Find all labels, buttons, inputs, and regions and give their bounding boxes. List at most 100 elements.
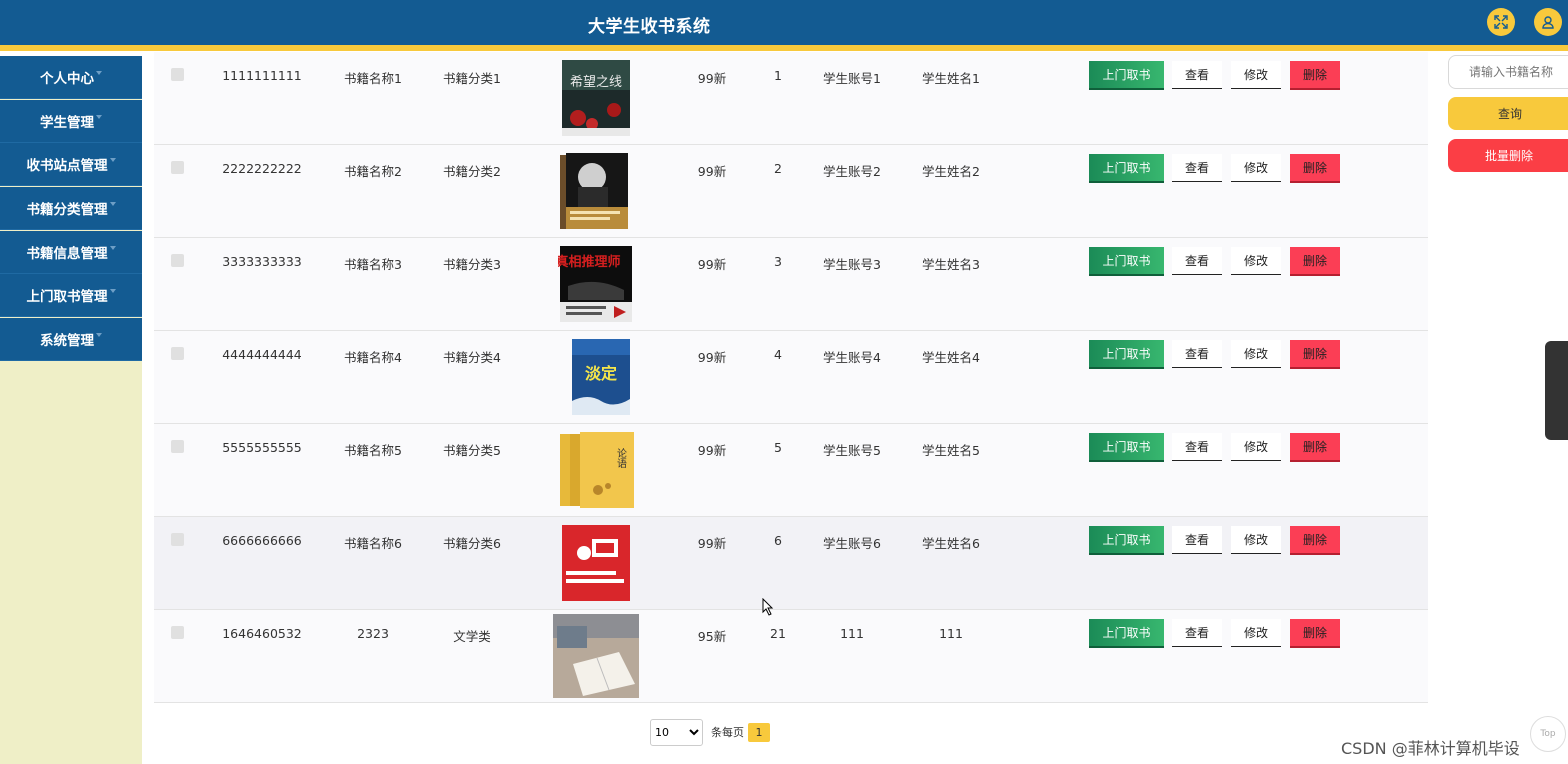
row-checkbox[interactable] bbox=[171, 161, 184, 174]
back-to-top-button[interactable]: Top bbox=[1530, 716, 1566, 752]
book-condition: 99新 bbox=[697, 536, 727, 551]
book-category: 书籍分类3 bbox=[443, 257, 501, 272]
view-button[interactable]: 查看 bbox=[1172, 61, 1222, 89]
chevron-down-icon bbox=[109, 202, 116, 207]
sidebar-item-categories[interactable]: 书籍分类管理 bbox=[0, 187, 142, 231]
delete-button[interactable]: 删除 bbox=[1290, 247, 1340, 276]
sidebar-item-stations[interactable]: 收书站点管理 bbox=[0, 143, 142, 187]
book-number: 5555555555 bbox=[222, 440, 302, 455]
sidebar-item-label: 上门取书管理 bbox=[26, 289, 108, 306]
expand-icon bbox=[1494, 15, 1508, 29]
table-row: 2222222222 书籍名称2 书籍分类2 99新 2 学生账号2 学生姓名2… bbox=[154, 145, 1428, 238]
mouse-cursor-icon bbox=[762, 598, 774, 616]
pickup-button[interactable]: 上门取书 bbox=[1089, 247, 1164, 276]
book-condition: 99新 bbox=[697, 443, 727, 458]
book-category: 书籍分类2 bbox=[443, 164, 501, 179]
cover-title: 淡定 bbox=[585, 364, 617, 383]
sidebar-item-personal-center[interactable]: 个人中心 bbox=[0, 56, 142, 99]
edit-button[interactable]: 修改 bbox=[1231, 526, 1281, 554]
row-checkbox[interactable] bbox=[171, 626, 184, 639]
view-button[interactable]: 查看 bbox=[1172, 247, 1222, 275]
edit-button[interactable]: 修改 bbox=[1231, 61, 1281, 89]
view-button[interactable]: 查看 bbox=[1172, 340, 1222, 368]
search-input[interactable] bbox=[1448, 55, 1568, 89]
page-size-select[interactable]: 10 bbox=[650, 718, 703, 746]
user-button[interactable] bbox=[1534, 8, 1562, 36]
row-checkbox[interactable] bbox=[171, 254, 184, 267]
sidebar-item-label: 收书站点管理 bbox=[26, 158, 108, 175]
book-condition: 95新 bbox=[697, 629, 727, 644]
pickup-button[interactable]: 上门取书 bbox=[1089, 154, 1164, 183]
book-cover-image bbox=[562, 525, 630, 601]
user-icon bbox=[1542, 16, 1554, 29]
pickup-button[interactable]: 上门取书 bbox=[1089, 619, 1164, 648]
table-row: 5555555555 书籍名称5 书籍分类5 论语 99新 5 学生账号5 学生… bbox=[154, 424, 1428, 517]
book-number: 4444444444 bbox=[222, 347, 302, 362]
student-account: 学生账号4 bbox=[823, 350, 881, 365]
row-checkbox[interactable] bbox=[171, 347, 184, 360]
book-condition: 99新 bbox=[697, 350, 727, 365]
delete-button[interactable]: 删除 bbox=[1290, 340, 1340, 369]
view-button[interactable]: 查看 bbox=[1172, 154, 1222, 182]
chevron-down-icon bbox=[109, 289, 116, 294]
student-account: 学生账号3 bbox=[823, 257, 881, 272]
query-button[interactable]: 查询 bbox=[1448, 97, 1568, 130]
fullscreen-button[interactable] bbox=[1487, 8, 1515, 36]
book-cover-image bbox=[553, 614, 639, 698]
row-checkbox[interactable] bbox=[171, 68, 184, 81]
batch-delete-button[interactable]: 批量删除 bbox=[1448, 139, 1568, 172]
sidebar-item-label: 个人中心 bbox=[40, 71, 94, 87]
sidebar-item-students[interactable]: 学生管理 bbox=[0, 99, 142, 143]
student-account: 111 bbox=[840, 626, 864, 641]
delete-button[interactable]: 删除 bbox=[1290, 154, 1340, 183]
book-cover-image: 希望之线 bbox=[562, 60, 630, 136]
sidebar-item-label: 系统管理 bbox=[40, 333, 94, 350]
view-button[interactable]: 查看 bbox=[1172, 433, 1222, 461]
pickup-button[interactable]: 上门取书 bbox=[1089, 61, 1164, 90]
book-quantity: 5 bbox=[774, 440, 782, 455]
delete-button[interactable]: 删除 bbox=[1290, 619, 1340, 648]
pickup-button[interactable]: 上门取书 bbox=[1089, 433, 1164, 462]
edit-button[interactable]: 修改 bbox=[1231, 340, 1281, 368]
sidebar-item-book-info[interactable]: 书籍信息管理 bbox=[0, 230, 142, 274]
pickup-button[interactable]: 上门取书 bbox=[1089, 526, 1164, 555]
sidebar-item-label: 学生管理 bbox=[40, 114, 94, 131]
delete-button[interactable]: 删除 bbox=[1290, 61, 1340, 90]
book-quantity: 2 bbox=[774, 161, 782, 176]
book-number: 2222222222 bbox=[222, 161, 302, 176]
book-quantity: 1 bbox=[774, 68, 782, 83]
student-name: 学生姓名4 bbox=[922, 350, 980, 365]
row-checkbox[interactable] bbox=[171, 440, 184, 453]
side-drawer-tab[interactable] bbox=[1545, 341, 1568, 440]
edit-button[interactable]: 修改 bbox=[1231, 433, 1281, 461]
student-name: 学生姓名1 bbox=[922, 71, 980, 86]
page-number-current[interactable]: 1 bbox=[748, 722, 770, 742]
book-quantity: 3 bbox=[774, 254, 782, 269]
edit-button[interactable]: 修改 bbox=[1231, 619, 1281, 647]
table-row: 3333333333 书籍名称3 书籍分类3 真相推理师 99新 3 学生账号3… bbox=[154, 238, 1428, 331]
row-checkbox[interactable] bbox=[171, 533, 184, 546]
view-button[interactable]: 查看 bbox=[1172, 619, 1222, 647]
student-account: 学生账号1 bbox=[823, 71, 881, 86]
book-number: 3333333333 bbox=[222, 254, 302, 269]
view-button[interactable]: 查看 bbox=[1172, 526, 1222, 554]
pickup-button[interactable]: 上门取书 bbox=[1089, 340, 1164, 369]
cover-title: 真相推理师 bbox=[558, 254, 621, 270]
watermark: CSDN @菲林计算机毕设 bbox=[1341, 739, 1520, 758]
edit-button[interactable]: 修改 bbox=[1231, 154, 1281, 182]
sidebar-item-pickup[interactable]: 上门取书管理 bbox=[0, 274, 142, 318]
book-quantity: 21 bbox=[770, 626, 786, 641]
book-category: 书籍分类4 bbox=[443, 350, 501, 365]
table-row: 4444444444 书籍名称4 书籍分类4 淡定 99新 4 学生账号4 学生… bbox=[154, 331, 1428, 424]
book-condition: 99新 bbox=[697, 164, 727, 179]
cover-title: 论语 bbox=[615, 447, 627, 469]
book-cover-image: 真相推理师 bbox=[558, 246, 632, 322]
book-cover-image bbox=[560, 153, 628, 229]
sidebar-item-system[interactable]: 系统管理 bbox=[0, 318, 142, 362]
pagination: 10 条每页 1 bbox=[650, 718, 770, 746]
delete-button[interactable]: 删除 bbox=[1290, 526, 1340, 555]
edit-button[interactable]: 修改 bbox=[1231, 247, 1281, 275]
book-condition: 99新 bbox=[697, 71, 727, 86]
book-name: 书籍名称5 bbox=[344, 443, 402, 458]
delete-button[interactable]: 删除 bbox=[1290, 433, 1340, 462]
